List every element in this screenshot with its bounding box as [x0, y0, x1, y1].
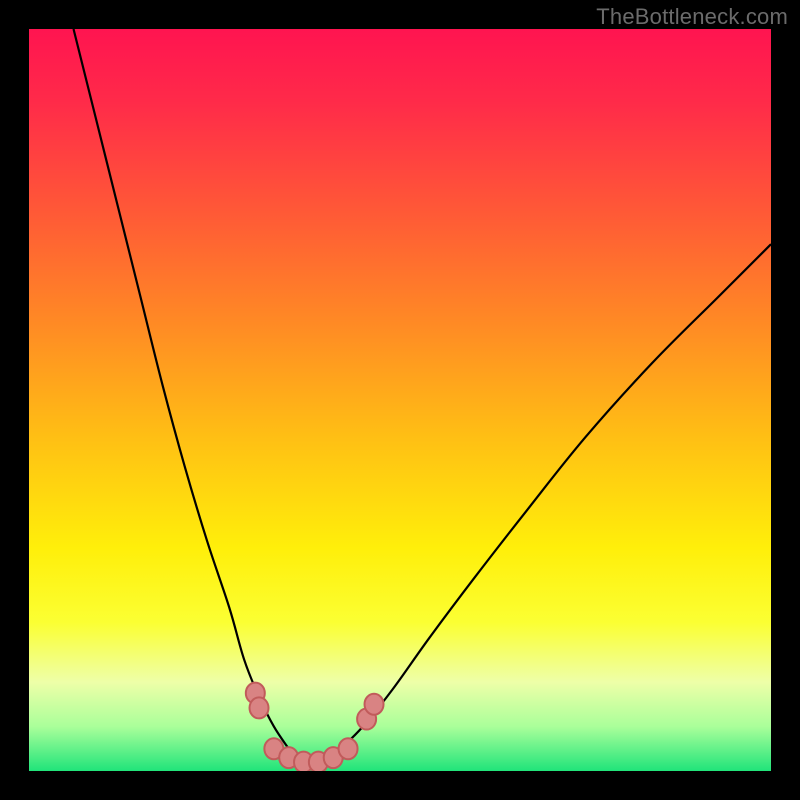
watermark-text: TheBottleneck.com — [596, 4, 788, 30]
plot-area — [29, 29, 771, 771]
chart-frame: TheBottleneck.com — [0, 0, 800, 800]
background-gradient — [29, 29, 771, 771]
